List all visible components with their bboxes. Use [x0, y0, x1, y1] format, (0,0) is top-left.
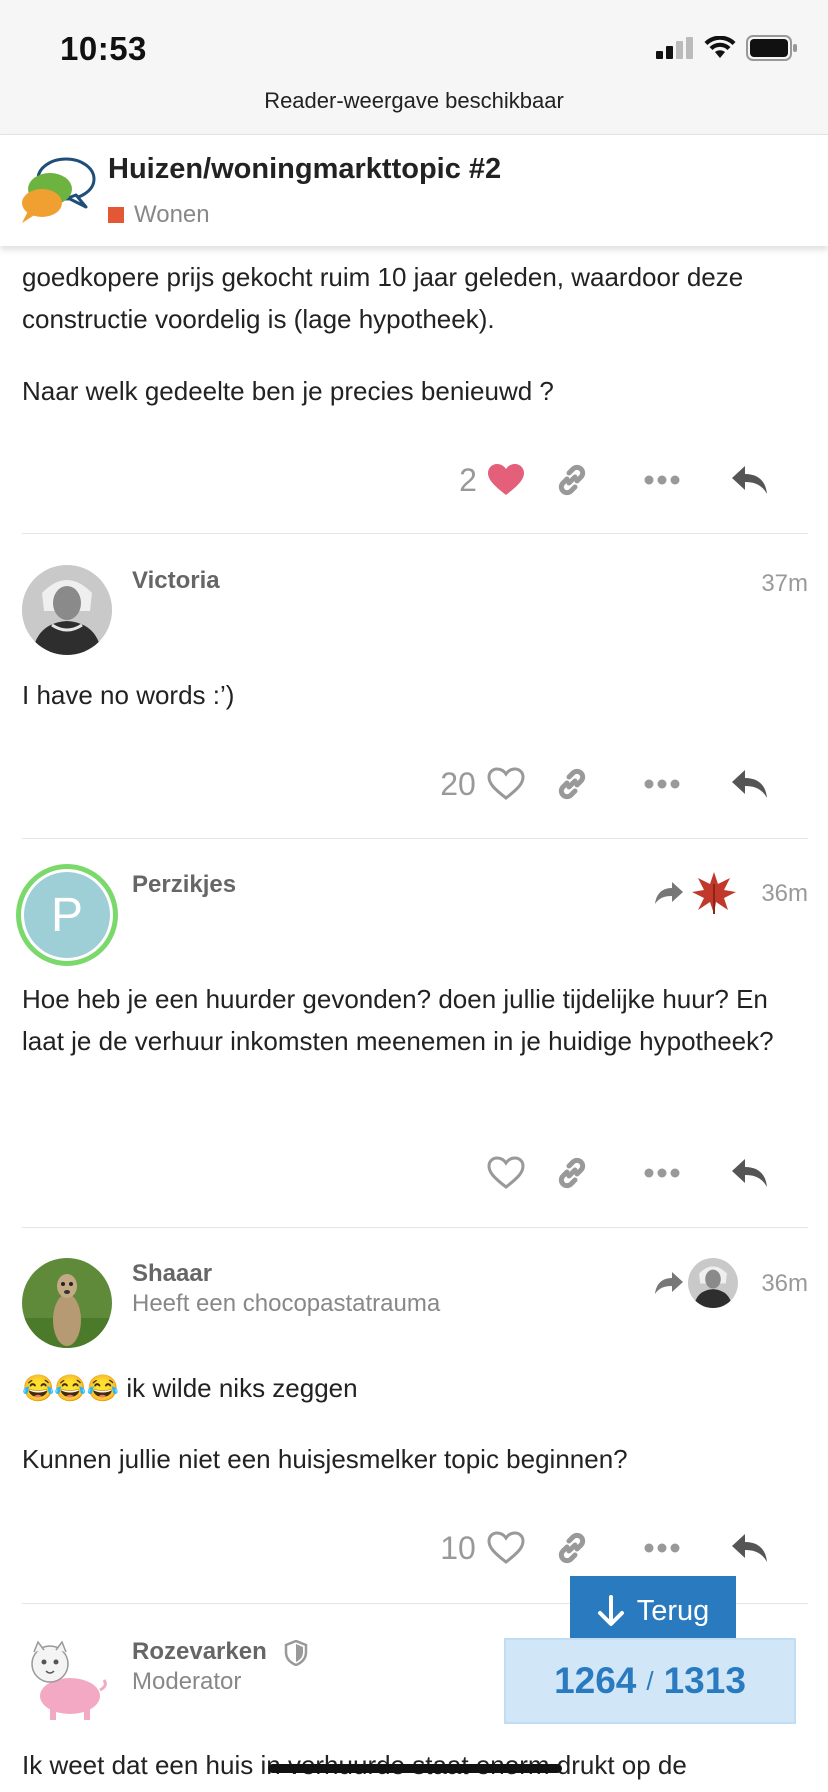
more-actions-button[interactable]: [640, 759, 684, 809]
share-link-button[interactable]: [550, 1523, 594, 1573]
ellipsis-icon: [644, 1543, 680, 1553]
post-divider: [22, 533, 808, 534]
reply-icon: [732, 466, 767, 494]
heart-outline-icon: [487, 767, 525, 800]
cellular-signal-icon: [656, 37, 693, 59]
progress-total: 1313: [663, 1660, 746, 1701]
topic-category[interactable]: Wonen: [108, 201, 210, 229]
like-button[interactable]: [484, 455, 528, 505]
post-paragraph: Naar welk gedeelte ben je precies benieu…: [22, 376, 554, 406]
avatar[interactable]: [20, 1634, 110, 1724]
wifi-icon: [704, 36, 736, 58]
home-indicator[interactable]: [268, 1764, 562, 1773]
post-divider: [22, 838, 808, 839]
reply-icon: [732, 770, 767, 798]
post-paragraph: goedkopere prijs gekocht ruim 10 jaar ge…: [22, 262, 744, 334]
like-count[interactable]: 20: [428, 759, 488, 809]
avatar-letter: P: [24, 872, 110, 958]
post-paragraph: I have no words :’): [22, 680, 235, 710]
ellipsis-icon: [644, 779, 680, 789]
user-avatar-meerkat-icon: [22, 1258, 112, 1348]
post-user-title: Heeft een chocopastatrauma: [132, 1290, 441, 1317]
jump-back-label: Terug: [636, 1594, 710, 1627]
post-paragraph-text: ik wilde niks zeggen: [126, 1373, 358, 1403]
post-time[interactable]: 36m: [761, 880, 808, 908]
jump-back-button[interactable]: Terug: [570, 1576, 736, 1646]
system-icons: [656, 34, 798, 62]
status-clock: 10:53: [60, 30, 147, 67]
reply-icon: [732, 1534, 767, 1562]
reply-to-avatar-leaf-icon[interactable]: [690, 870, 738, 916]
reply-button[interactable]: [728, 759, 772, 809]
category-label: Wonen: [134, 201, 210, 228]
link-icon: [558, 768, 586, 800]
like-count[interactable]: 10: [428, 1523, 488, 1573]
post-username[interactable]: Victoria: [132, 567, 220, 595]
progress-current: 1264: [554, 1660, 637, 1701]
like-button[interactable]: [484, 759, 528, 809]
reply-button[interactable]: [728, 1523, 772, 1573]
reader-view-banner[interactable]: Reader-weergave beschikbaar: [0, 80, 828, 134]
reply-button[interactable]: [728, 455, 772, 505]
post-username[interactable]: Shaaar: [132, 1260, 212, 1288]
link-icon: [558, 1532, 586, 1564]
battery-icon: [746, 35, 797, 61]
post-time[interactable]: 36m: [761, 1270, 808, 1298]
like-button[interactable]: [484, 1148, 528, 1198]
heart-outline-icon: [487, 1531, 525, 1564]
reply-button[interactable]: [728, 1148, 772, 1198]
progress-separator: /: [646, 1665, 654, 1696]
moderator-shield-icon: [284, 1640, 308, 1666]
more-actions-button[interactable]: [640, 1148, 684, 1198]
reply-to-arrow-icon: [655, 1272, 683, 1294]
user-avatar-portrait-icon: [688, 1258, 738, 1308]
share-link-button[interactable]: [550, 1148, 594, 1198]
post-username[interactable]: Rozevarken: [132, 1638, 267, 1666]
like-count[interactable]: 2: [448, 455, 488, 505]
more-actions-button[interactable]: [640, 1523, 684, 1573]
category-color-badge: [108, 207, 124, 223]
reply-to-avatar[interactable]: [688, 1258, 738, 1308]
emoji-group: 😂😂😂: [22, 1373, 120, 1403]
share-link-button[interactable]: [550, 759, 594, 809]
share-link-button[interactable]: [550, 455, 594, 505]
like-button[interactable]: [484, 1523, 528, 1573]
avatar[interactable]: [22, 565, 112, 655]
ellipsis-icon: [644, 475, 680, 485]
post-username[interactable]: Perzikjes: [132, 871, 236, 899]
user-avatar-pig-icon: [31, 1640, 107, 1720]
post-paragraph: 😂😂😂 ik wilde niks zeggen: [22, 1367, 802, 1409]
status-bar: 10:53: [0, 0, 828, 80]
avatar[interactable]: [22, 1258, 112, 1348]
link-icon: [558, 464, 586, 496]
post-time[interactable]: 37m: [761, 570, 808, 598]
user-avatar-portrait-icon: [22, 565, 112, 655]
ellipsis-icon: [644, 1168, 680, 1178]
topic-progress[interactable]: 1264 / 1313: [504, 1638, 796, 1724]
post-paragraph: Hoe heb je een huurder gevonden? doen ju…: [22, 984, 774, 1056]
post-paragraph: Kunnen jullie niet een huisjesmelker top…: [22, 1444, 628, 1474]
post-divider: [22, 1227, 808, 1228]
forum-logo-icon[interactable]: [20, 155, 96, 225]
reply-to-arrow-icon: [655, 882, 683, 904]
topic-header: Huizen/woningmarkttopic #2 Wonen: [0, 134, 828, 246]
arrow-down-icon: [597, 1595, 624, 1626]
reply-icon: [732, 1159, 767, 1187]
link-icon: [558, 1157, 586, 1189]
topic-title[interactable]: Huizen/woningmarkttopic #2: [108, 153, 501, 186]
heart-outline-icon: [487, 1156, 525, 1189]
avatar[interactable]: P: [16, 864, 118, 966]
post-user-title: Moderator: [132, 1668, 242, 1695]
more-actions-button[interactable]: [640, 455, 684, 505]
heart-filled-icon: [488, 464, 524, 495]
